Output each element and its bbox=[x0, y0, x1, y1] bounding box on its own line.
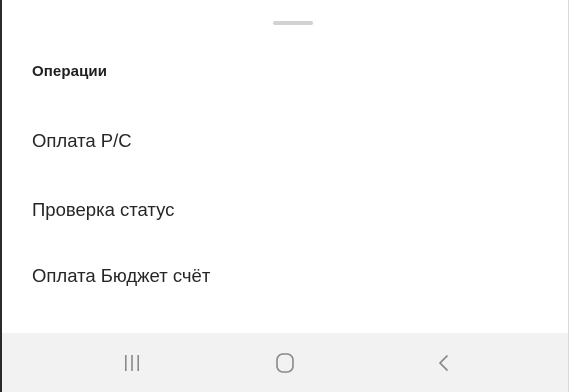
home-icon bbox=[275, 352, 295, 374]
recents-icon bbox=[122, 354, 142, 372]
menu-item-check-status[interactable]: Проверка статус bbox=[32, 199, 174, 221]
screen: Операции Оплата Р/С Проверка статус Опла… bbox=[0, 0, 569, 392]
back-button[interactable] bbox=[414, 333, 474, 392]
recents-button[interactable] bbox=[102, 333, 162, 392]
back-icon bbox=[437, 353, 451, 373]
section-title: Операции bbox=[32, 63, 108, 80]
system-navigation-bar bbox=[2, 333, 568, 392]
drag-handle[interactable] bbox=[273, 21, 313, 25]
bottom-sheet: Операции Оплата Р/С Проверка статус Опла… bbox=[2, 0, 568, 333]
menu-item-payment-rs[interactable]: Оплата Р/С bbox=[32, 130, 132, 152]
home-button[interactable] bbox=[255, 333, 315, 392]
menu-item-budget-payment[interactable]: Оплата Бюджет счёт bbox=[32, 265, 210, 287]
